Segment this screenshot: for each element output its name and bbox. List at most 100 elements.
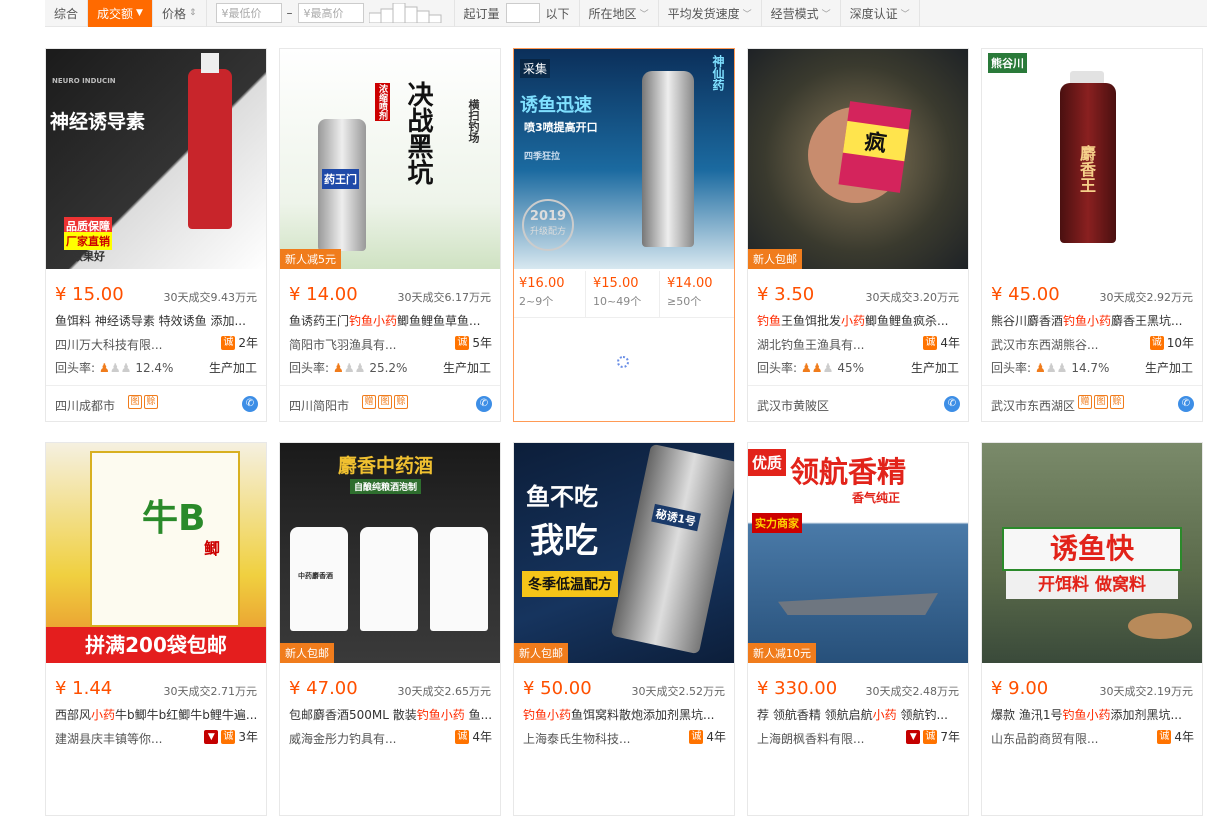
- product-image[interactable]: 牛B 鲫 拼满200袋包邮: [46, 443, 266, 663]
- product-card[interactable]: 采集 诱鱼迅速 喷3喷提高开口 四季狂拉 神仙药 2019 升级配方 ¥16.00…: [513, 48, 735, 422]
- product-title[interactable]: 钓鱼王鱼饵批发小药鲫鱼鲤鱼疯杀...: [757, 312, 961, 329]
- moq-input[interactable]: [505, 3, 540, 23]
- years-text: 10年: [1166, 336, 1194, 350]
- repeat-rate: 回头率: ♟♟♟ 12.4%: [55, 359, 173, 376]
- company-name[interactable]: 武汉市东西湖熊谷...: [991, 336, 1098, 353]
- company-name[interactable]: 四川万大科技有限...: [55, 336, 162, 353]
- product-price: ¥ 47.00: [289, 678, 358, 699]
- collect-label[interactable]: 采集: [520, 59, 551, 78]
- company-name[interactable]: 上海泰氏生物科技...: [523, 730, 630, 747]
- company-name[interactable]: 威海金彤力钓具有...: [289, 730, 396, 747]
- product-title[interactable]: 荐 领航香精 领航启航小药 领航钓...: [757, 706, 961, 723]
- company-name[interactable]: 简阳市飞羽渔具有...: [289, 336, 396, 353]
- product-image[interactable]: 熊谷川 麝香王: [982, 49, 1202, 269]
- title-text: 鲫鱼鲤鱼草鱼...: [397, 314, 481, 328]
- product-image[interactable]: 疯 新人包邮: [748, 49, 968, 269]
- product-image[interactable]: NEURO INDUCIN 神经诱导素 品质保障 厂家直销 效果好: [46, 49, 266, 269]
- product-image[interactable]: 秘诱1号 鱼不吃 我吃 冬季低温配方 新人包邮: [514, 443, 734, 663]
- product-card[interactable]: 牛B 鲫 拼满200袋包邮 ¥ 1.44 30天成交2.71万元 西部风小药牛b…: [45, 442, 267, 816]
- product-title[interactable]: 西部风小药牛b鲫牛b红鲫牛b鲤牛遍...: [55, 706, 259, 723]
- product-title[interactable]: 鱼饵料 神经诱导素 特效诱鱼 添加...: [55, 312, 259, 329]
- tag-icon: 图: [378, 395, 392, 409]
- wangwang-chat-icon[interactable]: ✆: [944, 396, 960, 412]
- company-name[interactable]: 上海朗枫香料有限...: [757, 730, 864, 747]
- product-image[interactable]: 采集 诱鱼迅速 喷3喷提高开口 四季狂拉 神仙药 2019 升级配方: [514, 49, 734, 269]
- image-text: 鲫: [204, 539, 221, 558]
- product-image[interactable]: 诱鱼快 开饵料 做窝料: [982, 443, 1202, 663]
- tag-icons: 赠图赊: [1078, 395, 1124, 409]
- region-dropdown[interactable]: 所在地区 ﹀: [580, 0, 659, 27]
- product-title[interactable]: 钓鱼小药鱼饵窝料散炮添加剂黑坑...: [523, 706, 727, 723]
- product-card[interactable]: 优质 领航香精 香气纯正 实力商家 新人减10元 ¥ 330.00 30天成交2…: [747, 442, 969, 816]
- cheng-xin-icon: 诚: [455, 729, 470, 744]
- bottle-shape: [430, 527, 488, 631]
- tag-icon: 赠: [1078, 395, 1092, 409]
- price-min-placeholder: ¥最低价: [221, 7, 262, 20]
- years-text: 7年: [940, 730, 960, 744]
- tag-icon: 图: [128, 395, 142, 409]
- years-text: 4年: [706, 730, 726, 744]
- price-tier: ¥15.00 10~49个: [588, 271, 660, 317]
- product-card[interactable]: NEURO INDUCIN 神经诱导素 品质保障 厂家直销 效果好 ¥ 15.0…: [45, 48, 267, 422]
- repeat-value: 12.4%: [135, 360, 174, 375]
- product-price: ¥ 15.00: [55, 284, 124, 305]
- title-text: 领航钓...: [896, 708, 948, 722]
- company-name[interactable]: 山东品韵商贸有限...: [991, 730, 1098, 747]
- tier-qty: 10~49个: [593, 295, 642, 308]
- product-card[interactable]: 秘诱1号 鱼不吃 我吃 冬季低温配方 新人包邮 ¥ 50.00 30天成交2.5…: [513, 442, 735, 816]
- title-text: 王鱼饵批发: [781, 314, 842, 328]
- wangwang-chat-icon[interactable]: ✆: [1178, 396, 1194, 412]
- cert-years: 诚 4年: [455, 728, 492, 745]
- company-name[interactable]: 湖北钓鱼王渔具有...: [757, 336, 864, 353]
- deal-volume: 30天成交2.52万元: [631, 685, 726, 698]
- price-max-input[interactable]: ¥最高价: [297, 3, 364, 23]
- deal-volume: 30天成交2.92万元: [1099, 291, 1194, 304]
- years-text: 4年: [472, 730, 492, 744]
- company-name[interactable]: 建湖县庆丰镇等你...: [55, 730, 162, 747]
- wangwang-chat-icon[interactable]: ✆: [242, 396, 258, 412]
- region-label: 所在地区: [588, 6, 637, 21]
- image-text: 四季狂拉: [524, 152, 561, 162]
- price-dash: –: [286, 6, 293, 20]
- product-title[interactable]: 鱼诱药王门钓鱼小药鲫鱼鲤鱼草鱼...: [289, 312, 493, 329]
- tag-icon: 赊: [394, 395, 408, 409]
- product-image[interactable]: 优质 领航香精 香气纯正 实力商家 新人减10元: [748, 443, 968, 663]
- sort-down-icon: ▼: [136, 8, 143, 18]
- tag-icon: 赊: [1110, 395, 1124, 409]
- image-text: 我吃: [530, 521, 598, 561]
- product-image[interactable]: 麝香中药酒 自酿纯粮酒泡制 中药麝香酒 新人包邮: [280, 443, 500, 663]
- image-text: 拼满200袋包邮: [85, 633, 227, 657]
- sort-price[interactable]: 价格 ⇕: [153, 0, 207, 27]
- cheng-xin-icon: 诚: [221, 335, 236, 350]
- price-min-input[interactable]: ¥最低价: [215, 3, 282, 23]
- product-card[interactable]: 药王门 决战黑坑 浓缩喷剂 横扫钓场 新人减5元 ¥ 14.00 30天成交6.…: [279, 48, 501, 422]
- repeat-rate: 回头率: ♟♟♟ 25.2%: [289, 359, 407, 376]
- product-price: ¥ 330.00: [757, 678, 838, 699]
- sort-comprehensive[interactable]: 综合: [45, 0, 89, 27]
- wangwang-chat-icon[interactable]: ✆: [476, 396, 492, 412]
- price-histogram-icon[interactable]: [368, 3, 445, 23]
- ship-shape: [778, 593, 938, 615]
- business-mode: 生产加工: [442, 361, 491, 375]
- title-keyword: 小药: [91, 708, 116, 722]
- upgrade-seal: 2019 升级配方: [522, 199, 574, 251]
- promo-badge: 新人减10元: [748, 643, 816, 663]
- product-title[interactable]: 包邮麝香酒500ML 散装钓鱼小药 鱼...: [289, 706, 493, 723]
- cert-years: 诚 5年: [455, 334, 492, 351]
- biz-mode-dropdown[interactable]: 经营模式 ﹀: [762, 0, 841, 27]
- depth-cert-dropdown[interactable]: 深度认证 ﹀: [841, 0, 920, 27]
- title-keyword: 钓鱼小药: [523, 708, 572, 722]
- product-card[interactable]: 诱鱼快 开饵料 做窝料 ¥ 9.00 30天成交2.19万元 爆款 渔汛1号钓鱼…: [981, 442, 1203, 816]
- product-title[interactable]: 爆款 渔汛1号钓鱼小药添加剂黑坑...: [991, 706, 1195, 723]
- people-icon: ♟♟♟: [99, 360, 132, 375]
- sort-volume[interactable]: 成交额 ▼: [88, 0, 153, 27]
- product-card[interactable]: 麝香中药酒 自酿纯粮酒泡制 中药麝香酒 新人包邮 ¥ 47.00 30天成交2.…: [279, 442, 501, 816]
- product-image[interactable]: 药王门 决战黑坑 浓缩喷剂 横扫钓场 新人减5元: [280, 49, 500, 269]
- product-card[interactable]: 疯 新人包邮 ¥ 3.50 30天成交3.20万元 钓鱼王鱼饵批发小药鲫鱼鲤鱼疯…: [747, 48, 969, 422]
- product-card[interactable]: 熊谷川 麝香王 ¥ 45.00 30天成交2.92万元 熊谷川麝香酒钓鱼小药麝香…: [981, 48, 1203, 422]
- cert-years: 诚 4年: [923, 334, 960, 351]
- product-title[interactable]: 熊谷川麝香酒钓鱼小药麝香王黑坑...: [991, 312, 1195, 329]
- ship-speed-dropdown[interactable]: 平均发货速度 ﹀: [659, 0, 762, 27]
- people-icon: ♟♟♟: [333, 360, 366, 375]
- card-footer: 武汉市黄陂区 ✆: [748, 385, 968, 421]
